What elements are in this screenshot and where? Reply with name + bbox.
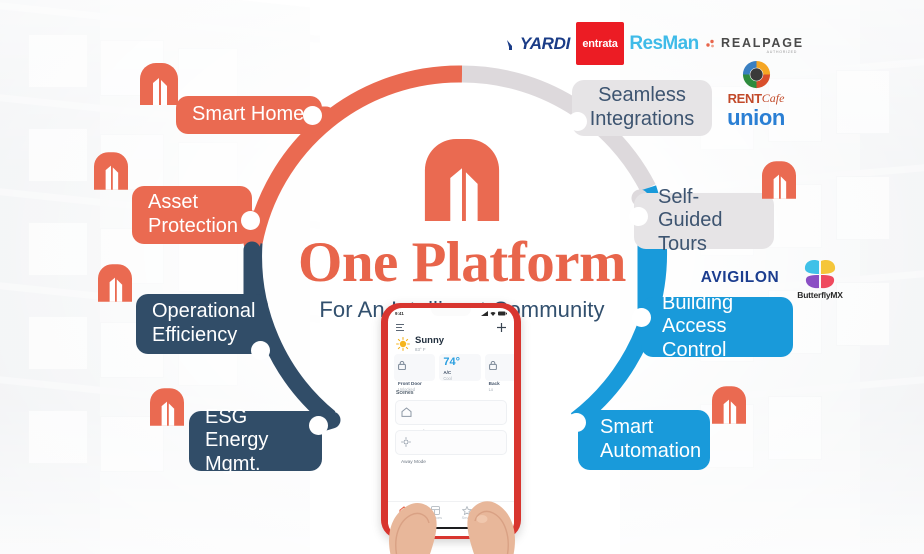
one-platform-mark-icon bbox=[94, 152, 128, 190]
hand-holding-phone bbox=[389, 501, 515, 554]
connector-dot-operational-efficiency bbox=[251, 341, 270, 360]
partner-logo-realpage: REALPAGE AUTHORIZED bbox=[706, 33, 802, 57]
scene-row[interactable]: Away Mode bbox=[395, 430, 507, 465]
connector-dot-smart-automation bbox=[567, 413, 586, 432]
tile-value: 74° bbox=[443, 356, 460, 368]
partner-logo-rentcafe: RENT Cafe bbox=[722, 58, 790, 106]
weather-widget: Sunny 83° F bbox=[396, 336, 444, 352]
sun-icon bbox=[401, 437, 411, 447]
node-esg-energy-mgmt[interactable]: ESG Energy Mgmt. bbox=[189, 406, 322, 475]
wifi-icon bbox=[490, 312, 496, 316]
connector-dot-smart-home bbox=[303, 106, 322, 125]
lock-icon bbox=[488, 360, 497, 371]
partner-tagline: AUTHORIZED bbox=[766, 50, 797, 54]
node-label: Smart Automation bbox=[600, 416, 702, 462]
connector-dot-esg bbox=[309, 416, 328, 435]
tile-title: A/C bbox=[443, 370, 452, 375]
one-platform-mark-icon bbox=[762, 161, 796, 199]
tile-title: Back bbox=[488, 381, 500, 386]
device-tiles: Front Door Unlocked 74° A/C Cool Back Lo bbox=[394, 354, 514, 392]
plus-icon[interactable] bbox=[497, 322, 506, 332]
device-tile[interactable]: Back Lo bbox=[484, 354, 514, 392]
partner-name-suffix: Cafe bbox=[761, 90, 785, 105]
tile-status: Cool bbox=[443, 376, 452, 381]
partner-name: YARDI bbox=[519, 34, 571, 53]
partner-logo-yardi: YARDI bbox=[502, 32, 574, 56]
partner-logo-resman: ResMan bbox=[629, 33, 699, 55]
tile-status: Lo bbox=[488, 387, 494, 392]
node-seamless-integrations[interactable]: Seamless Integrations bbox=[572, 80, 712, 136]
node-smart-home[interactable]: Smart Home bbox=[176, 96, 322, 134]
node-label: Seamless Integrations bbox=[589, 84, 695, 130]
phone-mockup: 9:41 Sunny 83° F Front Door Unlocked 74°… bbox=[381, 303, 521, 554]
partner-name: ResMan bbox=[629, 33, 699, 54]
center-brand: One Platform For An Intelligent Communit… bbox=[236, 139, 688, 323]
partner-logo-avigilon: AVIGILON bbox=[692, 267, 788, 289]
rentcafe-ring-icon bbox=[742, 60, 770, 88]
home-icon bbox=[401, 407, 412, 417]
page-title: One Platform bbox=[298, 231, 626, 294]
one-platform-mark-icon bbox=[98, 264, 132, 302]
sun-icon bbox=[396, 337, 410, 351]
butterfly-icon bbox=[804, 259, 836, 288]
partner-logo-entrata: entrata bbox=[576, 22, 624, 65]
device-tile[interactable]: Front Door Unlocked bbox=[394, 354, 436, 392]
menu-icon[interactable] bbox=[396, 323, 404, 331]
battery-icon bbox=[498, 311, 507, 316]
weather-condition: Sunny bbox=[415, 335, 445, 346]
realpage-dots-icon bbox=[706, 39, 714, 48]
scenes-section-title: Scenes bbox=[396, 390, 414, 396]
one-platform-mark-icon bbox=[140, 63, 178, 105]
connector-dot-seamless-integrations bbox=[568, 112, 587, 131]
node-smart-automation[interactable]: Smart Automation bbox=[578, 410, 710, 470]
connector-dot-asset-protection bbox=[241, 211, 260, 230]
node-asset-protection[interactable]: Asset Protection bbox=[132, 186, 252, 244]
weather-temp: 83° F bbox=[415, 346, 426, 352]
node-label: Smart Home bbox=[192, 103, 305, 126]
partner-logo-butterflymx: ButterflyMX bbox=[789, 255, 851, 303]
tile-title: Front Door bbox=[398, 381, 422, 386]
partner-name: entrata bbox=[582, 37, 618, 50]
partner-name: union bbox=[727, 105, 785, 130]
node-label: ESG Energy Mgmt. bbox=[205, 405, 269, 475]
status-bar: 9:41 bbox=[388, 309, 514, 318]
status-time: 9:41 bbox=[395, 311, 404, 316]
lock-icon bbox=[398, 360, 406, 371]
one-platform-mark-icon bbox=[150, 388, 184, 426]
signal-icon bbox=[481, 311, 488, 316]
partner-name: ButterflyMX bbox=[797, 289, 843, 300]
one-platform-logo-icon bbox=[424, 139, 500, 221]
device-tile[interactable]: 74° A/C Cool bbox=[439, 354, 481, 381]
node-label: Asset Protection bbox=[148, 191, 239, 237]
yardi-chevron-icon bbox=[506, 39, 512, 50]
connector-dot-self-guided-tours bbox=[629, 207, 648, 226]
connector-dot-building-access bbox=[632, 308, 651, 327]
partner-logo-union: union bbox=[718, 105, 794, 130]
partner-name: AVIGILON bbox=[700, 269, 780, 286]
app-header bbox=[388, 320, 514, 334]
partner-name: RENT bbox=[727, 90, 763, 106]
scene-row[interactable]: Home Mode bbox=[395, 400, 507, 435]
partner-name: REALPAGE bbox=[721, 36, 804, 50]
one-platform-mark-icon bbox=[712, 386, 746, 424]
